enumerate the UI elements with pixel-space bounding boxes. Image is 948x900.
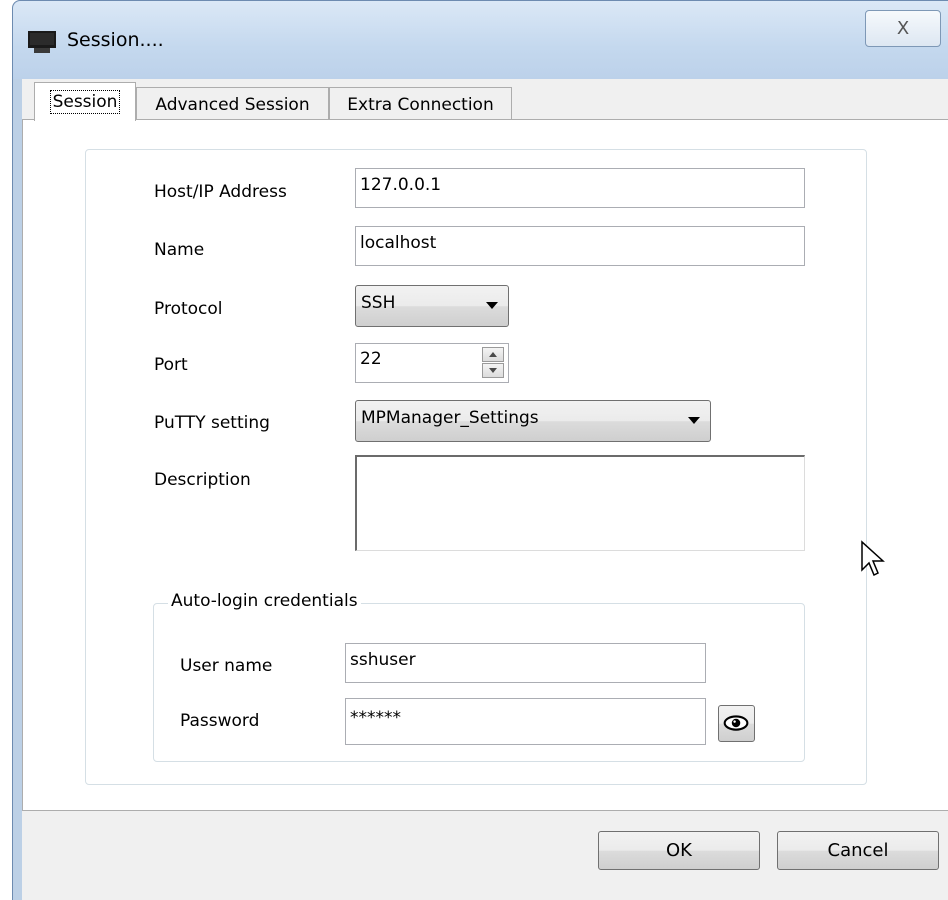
stepper-up-icon[interactable]	[482, 347, 504, 362]
port-stepper[interactable]	[482, 347, 504, 379]
mouse-pointer-icon	[861, 540, 885, 577]
protocol-label: Protocol	[154, 299, 223, 319]
description-input[interactable]	[355, 455, 805, 551]
credentials-legend: Auto-login credentials	[168, 591, 361, 611]
tab-session-label: Session	[49, 90, 121, 114]
description-label: Description	[154, 470, 251, 490]
chevron-down-icon	[486, 302, 498, 309]
name-input[interactable]: localhost	[355, 226, 805, 266]
tab-advanced-session-label: Advanced Session	[155, 95, 310, 115]
port-label: Port	[154, 355, 188, 375]
show-password-button[interactable]	[718, 705, 755, 742]
password-label: Password	[180, 711, 260, 731]
tab-extra-connection-label: Extra Connection	[347, 95, 494, 115]
putty-setting-select[interactable]: MPManager_Settings	[355, 400, 711, 442]
chevron-down-icon	[688, 417, 700, 424]
username-input[interactable]: sshuser	[345, 643, 706, 683]
protocol-value: SSH	[361, 293, 396, 313]
username-label: User name	[180, 656, 273, 676]
protocol-select[interactable]: SSH	[355, 285, 509, 327]
cancel-button[interactable]: Cancel	[777, 831, 939, 870]
stepper-down-icon[interactable]	[482, 363, 504, 378]
password-input[interactable]: ******	[345, 698, 706, 745]
close-icon: X	[896, 18, 910, 39]
eye-icon	[723, 715, 749, 731]
ok-button[interactable]: OK	[598, 831, 760, 870]
title-bar[interactable]: Session.... X	[13, 1, 948, 79]
terminal-icon	[28, 31, 56, 53]
tab-extra-connection[interactable]: Extra Connection	[329, 87, 512, 122]
putty-setting-value: MPManager_Settings	[361, 408, 539, 428]
tab-advanced-session[interactable]: Advanced Session	[136, 87, 329, 122]
host-input[interactable]: 127.0.0.1	[355, 168, 805, 208]
host-label: Host/IP Address	[154, 182, 287, 202]
tab-session[interactable]: Session	[34, 82, 136, 121]
putty-setting-label: PuTTY setting	[154, 413, 270, 433]
close-button[interactable]: X	[865, 10, 941, 47]
name-label: Name	[154, 240, 205, 260]
window-title: Session....	[67, 29, 164, 51]
